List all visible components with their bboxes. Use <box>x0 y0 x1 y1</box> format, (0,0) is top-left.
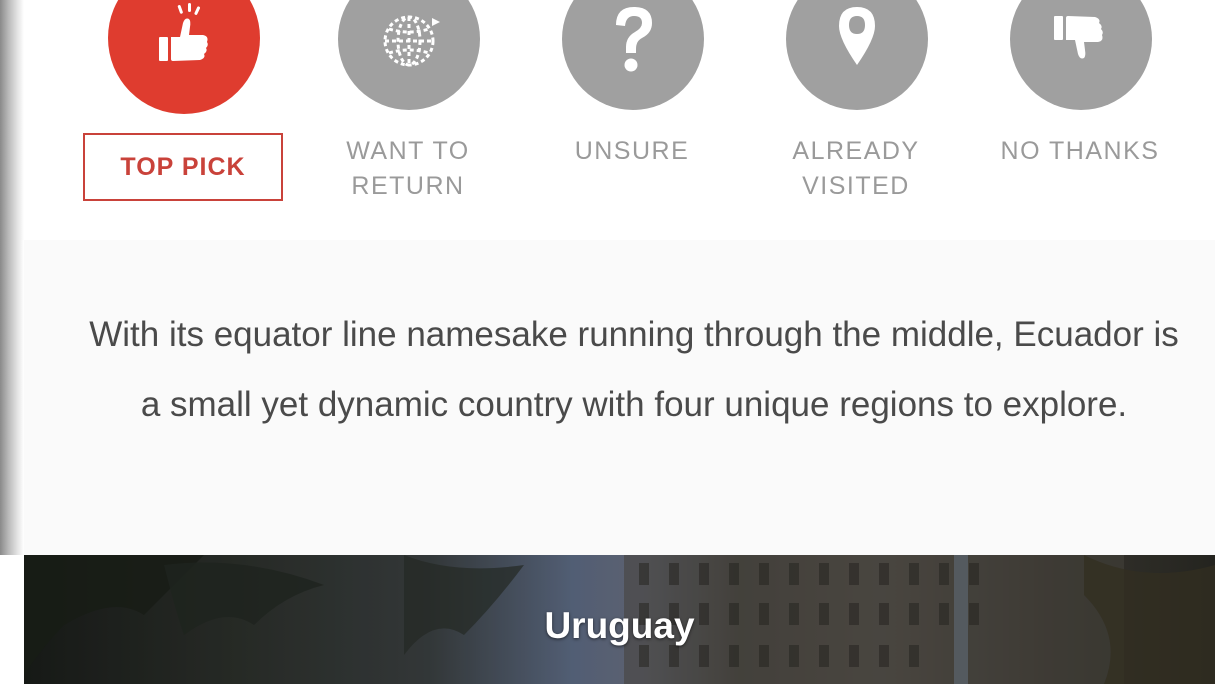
already-visited-label-line1: ALREADY <box>792 137 920 165</box>
already-visited-button[interactable] <box>786 0 928 110</box>
want-to-return-label-line2: RETURN <box>351 172 465 200</box>
no-thanks-button[interactable] <box>1010 0 1152 110</box>
question-mark-icon <box>616 7 652 72</box>
already-visited-label-line2: VISITED <box>802 172 910 200</box>
top-pick-button[interactable] <box>108 0 260 114</box>
unsure-button[interactable] <box>562 0 704 110</box>
rating-options: TOP PICK WANT TO RETURN UNSURE ALREADY V… <box>24 0 1215 240</box>
option-top-pick[interactable] <box>108 0 308 240</box>
option-no-thanks[interactable]: NO THANKS <box>980 0 1180 240</box>
thumbs-up-icon <box>159 3 208 61</box>
option-already-visited[interactable]: ALREADY VISITED <box>756 0 956 240</box>
want-to-return-label-line1: WANT TO <box>346 137 470 165</box>
globe-icon <box>383 15 440 67</box>
want-to-return-button[interactable] <box>338 0 480 110</box>
option-want-to-return[interactable]: WANT TO RETURN <box>308 0 508 240</box>
no-thanks-label: NO THANKS <box>1000 137 1160 165</box>
map-pin-icon <box>839 7 875 65</box>
page-edge-shadow <box>0 0 24 555</box>
destination-card: TOP PICK WANT TO RETURN UNSURE ALREADY V… <box>24 0 1215 555</box>
already-visited-label: ALREADY VISITED <box>756 134 956 204</box>
destination-description: With its equator line namesake running t… <box>89 315 1179 424</box>
unsure-label: UNSURE <box>574 137 690 165</box>
top-pick-label-box[interactable]: TOP PICK <box>83 133 283 201</box>
want-to-return-label: WANT TO RETURN <box>308 134 508 204</box>
thumbs-down-icon <box>1054 16 1103 59</box>
next-destination-banner[interactable]: Uruguay <box>24 555 1215 684</box>
next-destination-title: Uruguay <box>544 605 695 646</box>
option-unsure[interactable]: UNSURE <box>532 0 732 240</box>
top-pick-label: TOP PICK <box>120 152 246 181</box>
